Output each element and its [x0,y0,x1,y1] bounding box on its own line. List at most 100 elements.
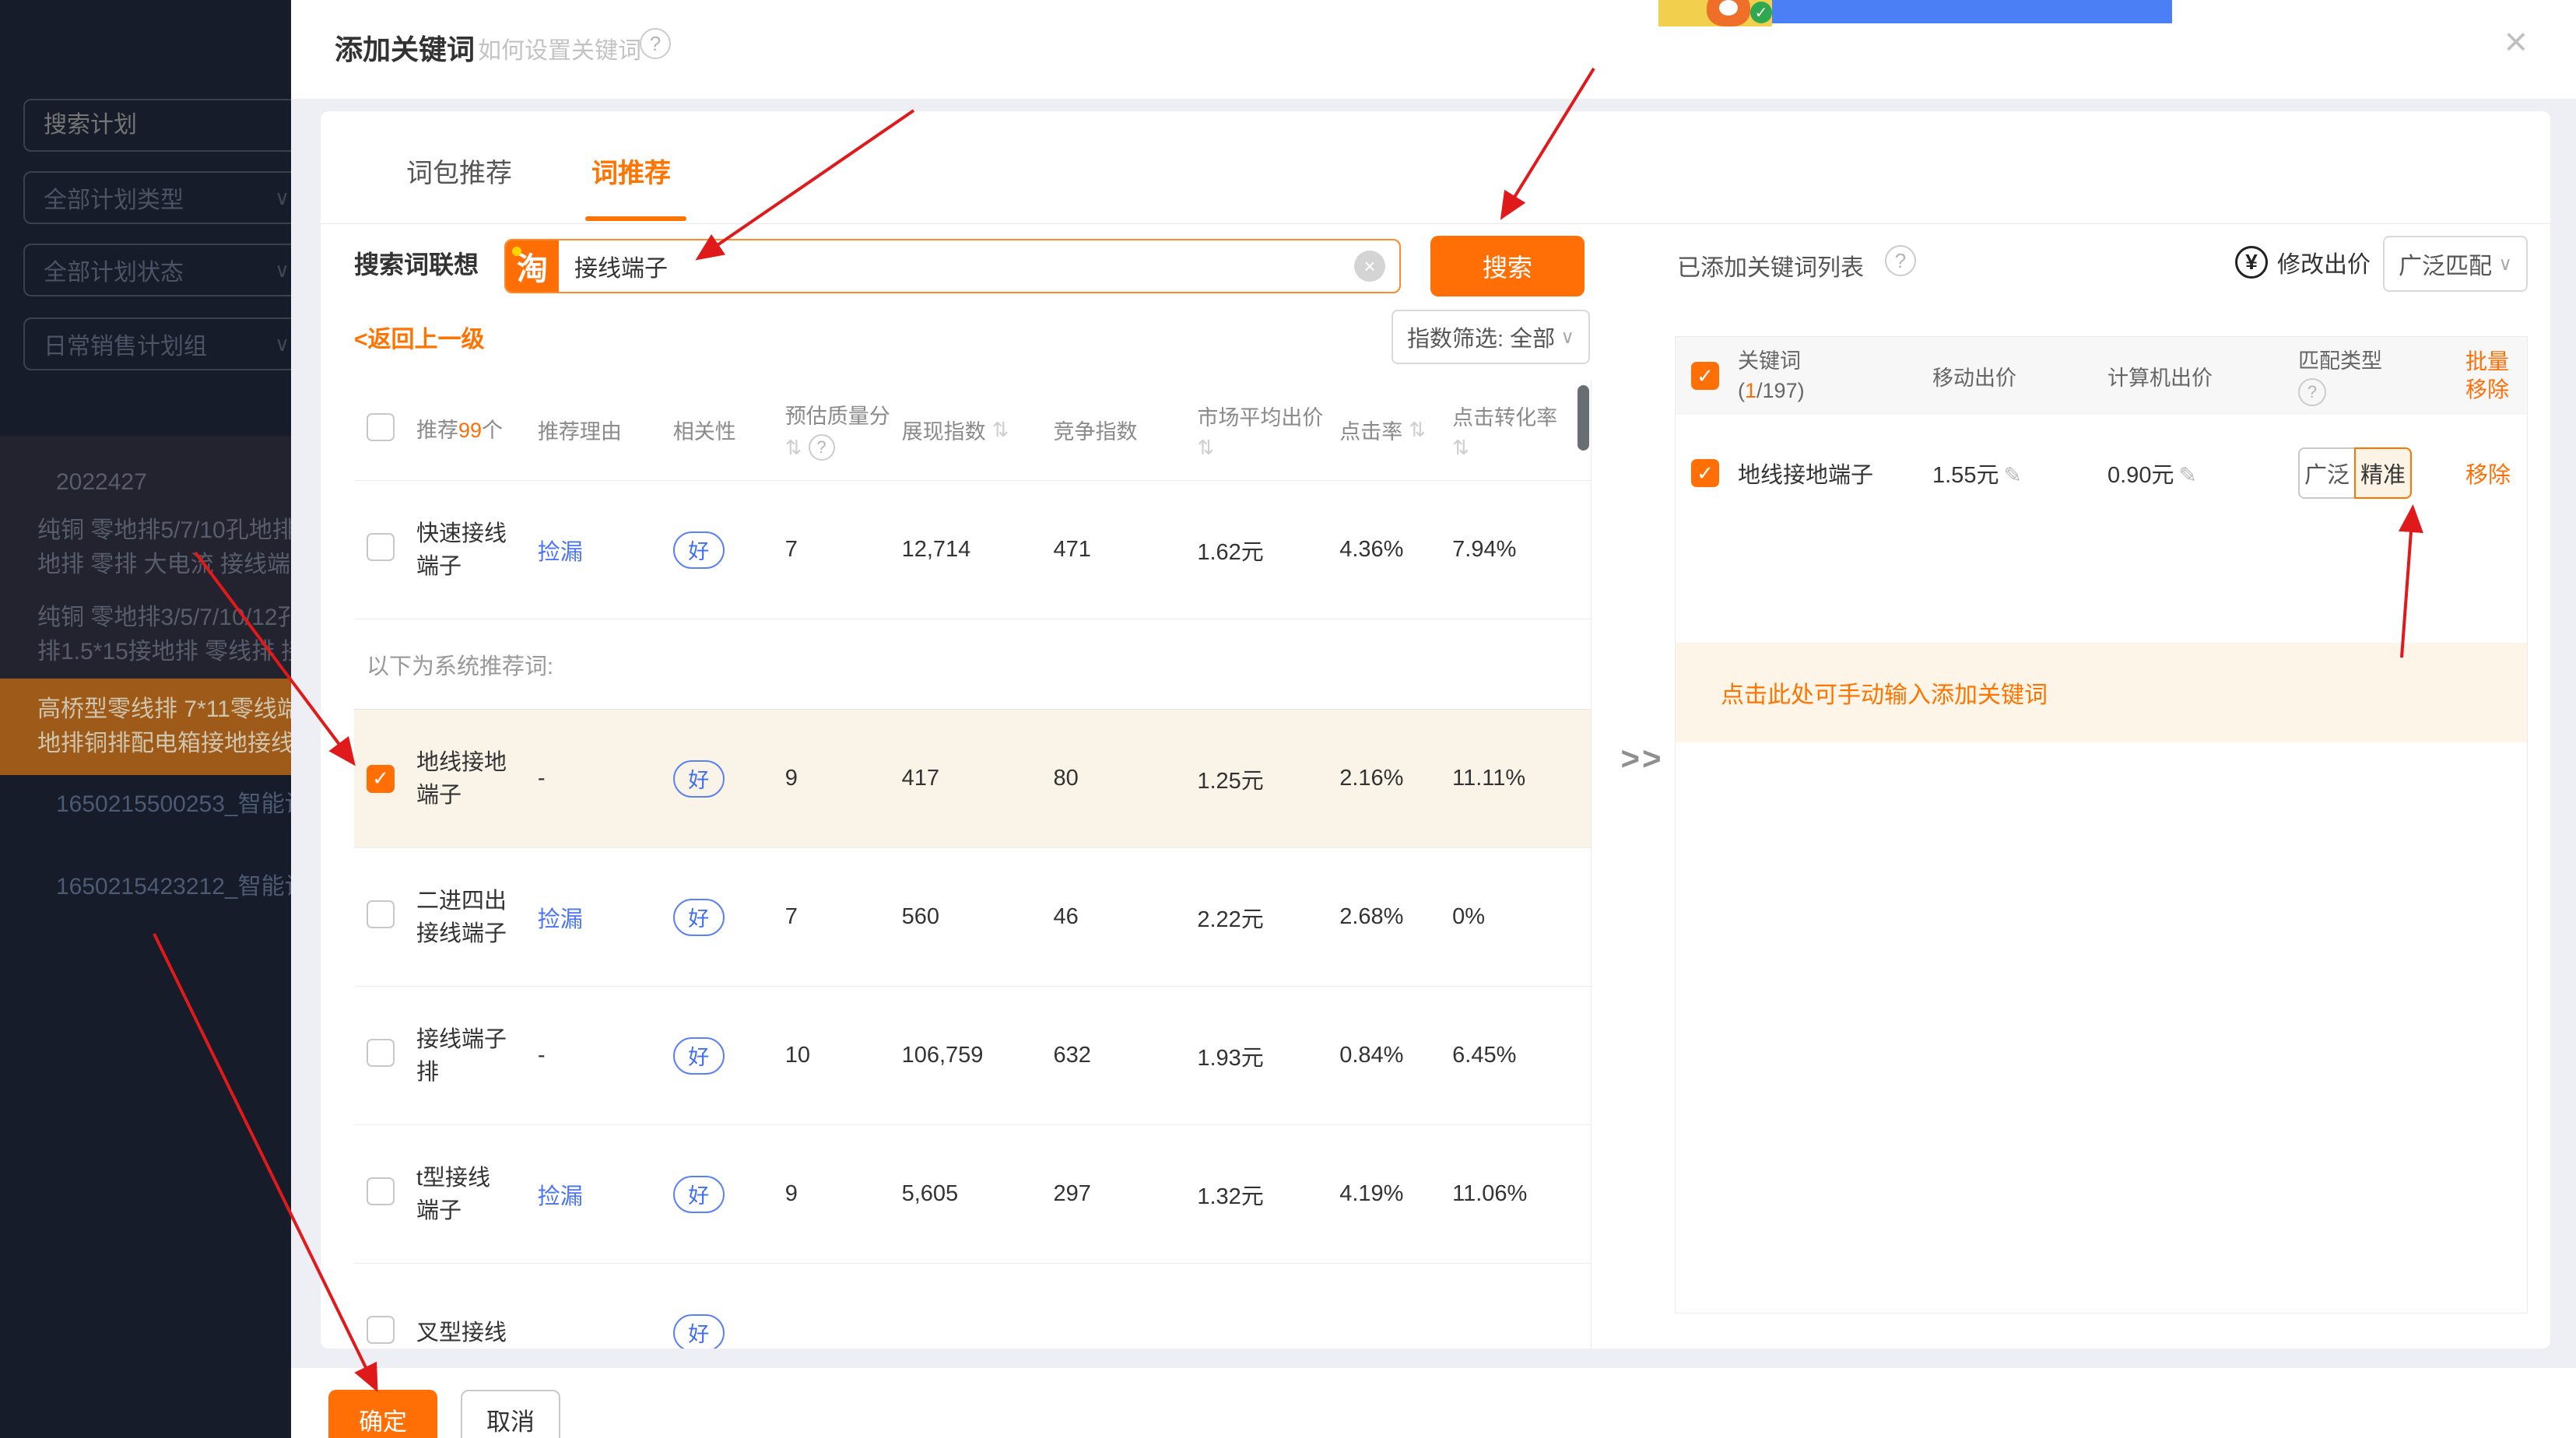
edit-pencil-icon[interactable]: ✎ [2003,463,2021,487]
row-checkbox[interactable] [367,1177,395,1205]
reason-link[interactable]: 捡漏 [538,1184,583,1209]
sort-icon[interactable]: ⇅ [785,436,802,460]
manual-add-keyword-hint[interactable]: 点击此处可手动输入添加关键词 [1676,643,2527,742]
added-keyword-header-label: 关键词 [1738,346,1925,376]
help-icon[interactable]: ? [2298,378,2326,406]
transfer-right-icon[interactable]: >> [1603,740,1681,777]
cancel-button[interactable]: 取消 [461,1390,560,1438]
keyword-row[interactable]: t型接线端子 捡漏 好 9 5,605 297 1.32元 4.19% 11.0… [354,1125,1591,1264]
impressions-cell: 5,605 [891,1181,1043,1207]
avg-price-header-label: 市场平均出价 [1197,401,1330,431]
avg-price-header[interactable]: 市场平均出价 ⇅ [1186,401,1330,460]
keyword-search-input[interactable] [559,253,1354,279]
ctr-cell: 4.19% [1330,1181,1443,1207]
plan-group-select[interactable]: 日常销售计划组 ∨ [23,317,291,370]
confirm-button[interactable]: 确定 [328,1390,437,1438]
relevance-badge: 好 [673,760,725,798]
avg-price-cell: 1.93元 [1186,1040,1330,1072]
ctr-cell: 2.68% [1330,904,1443,930]
tabs-divider [321,223,2550,224]
impressions-cell: 12,714 [891,537,1043,563]
plan-search-input[interactable] [44,112,291,139]
modal-header: 添加关键词 如何设置关键词 ? × [291,0,2576,99]
match-exact-button-selected[interactable]: 精准 [2354,447,2412,499]
competition-cell: 632 [1042,1043,1186,1068]
score-header-label: 预估质量分 [785,399,891,430]
cvr-cell: 6.45% [1443,1043,1591,1068]
row-checkbox[interactable] [367,1316,395,1344]
tab-word-recommend[interactable]: 词推荐 [591,152,671,190]
plan-item-selected[interactable]: 高桥型零线排 7*11零线端子排 地排铜排配电箱接地接线端子 [0,679,291,775]
row-checkbox[interactable] [367,533,395,561]
match-type-dropdown[interactable]: 广泛匹配 ∨ [2383,236,2528,292]
plan-status-label: 全部计划状态 [44,253,275,287]
sort-icon[interactable]: ⇅ [1452,436,1591,460]
plan-item[interactable]: 1650215500253_智能计划 [0,787,291,822]
match-broad-button[interactable]: 广泛 [2298,447,2356,499]
help-icon[interactable]: ? [809,434,835,461]
keyword-name: 地线接地端子 [409,746,510,812]
reason-link[interactable]: 捡漏 [538,540,583,565]
competition-cell: 80 [1042,766,1186,791]
plan-item[interactable]: 1650215423212_智能计划 [0,870,291,904]
modify-bid-button[interactable]: ¥ 修改出价 [2235,245,2371,279]
sort-icon[interactable]: ⇅ [1197,436,1330,460]
score-header[interactable]: 预估质量分 ⇅? [767,399,891,461]
row-checkbox[interactable] [367,900,395,928]
plan-item[interactable]: 纯铜 零地排3/5/7/10/12孔 地线 排1.5*15接地排 零线排 接线端 [0,601,291,669]
search-button[interactable]: 搜索 [1430,236,1585,296]
reason-link[interactable]: 捡漏 [538,907,583,932]
reason-cell: - [510,1043,665,1068]
modal-subtitle-link[interactable]: 如何设置关键词 [478,31,641,65]
plan-item[interactable]: 2022427 [0,465,291,500]
score-cell: 10 [767,1043,891,1068]
impressions-header-label: 展现指数 [902,415,986,445]
help-icon[interactable]: ? [640,28,671,59]
help-icon[interactable]: ? [1885,245,1916,276]
keyword-row-selected[interactable]: ✓ 地线接地端子 - 好 9 417 80 1.25元 2.16% 11.11% [354,710,1591,848]
row-checkbox-checked[interactable]: ✓ [367,765,395,793]
plan-status-select[interactable]: 全部计划状态 ∨ [23,244,291,296]
added-select-all-checkbox[interactable]: ✓ [1691,362,1719,390]
match-type-segmented: 广泛 精准 [2298,447,2412,499]
avg-price-cell: 1.62元 [1186,534,1330,566]
score-cell: 9 [767,766,891,791]
match-type-header-label: 匹配类型 [2298,346,2458,376]
tab-word-package[interactable]: 词包推荐 [406,152,512,190]
competition-cell: 297 [1042,1181,1186,1207]
row-checkbox[interactable] [367,1039,395,1067]
added-row-checkbox[interactable]: ✓ [1691,459,1719,487]
impressions-header[interactable]: 展现指数 ⇅ [891,415,1043,445]
avg-price-cell: 1.25元 [1186,763,1330,795]
index-filter-value: 指数筛选: 全部 [1407,321,1555,353]
match-type-value: 广泛匹配 [2399,247,2492,281]
plan-type-select[interactable]: 全部计划类型 ∨ [23,171,291,224]
select-all-checkbox[interactable] [367,413,395,441]
edit-pencil-icon[interactable]: ✎ [2178,463,2196,487]
sort-icon[interactable]: ⇅ [992,418,1009,442]
remove-link[interactable]: 移除 [2465,463,2511,488]
keyword-search-field[interactable]: 淘 × [504,239,1401,293]
batch-remove-button[interactable]: 批量 移除 [2458,348,2524,404]
reason-cell: - [510,766,665,791]
table-scrollbar-thumb[interactable] [1578,385,1589,451]
keyword-row[interactable]: 二进四出接线端子 捡漏 好 7 560 46 2.22元 2.68% 0% [354,848,1591,987]
keyword-row[interactable]: 快速接线端子 捡漏 好 7 12,714 471 1.62元 4.36% 7.9… [354,481,1591,619]
taobao-icon: 淘 [506,240,559,292]
check-badge-icon: ✓ [1750,2,1772,23]
close-icon[interactable]: × [2504,22,2528,62]
ctr-header[interactable]: 点击率 ⇅ [1330,415,1443,445]
plan-search-box[interactable] [23,99,291,152]
cvr-header[interactable]: 点击转化率 ⇅ [1443,401,1591,460]
plan-item-line: 地排 零排 大电流 接线端子 [37,548,291,582]
back-to-parent-link[interactable]: <返回上一级 [354,320,485,354]
sort-icon[interactable]: ⇅ [1409,418,1426,442]
index-filter-dropdown[interactable]: 指数筛选: 全部 ∨ [1392,310,1590,364]
clear-input-icon[interactable]: × [1354,251,1385,282]
added-keyword-row[interactable]: ✓ 地线接地端子 1.55元✎ 0.90元✎ 广泛 精准 移除 [1676,415,2527,531]
keyword-row[interactable]: 接线端子排 - 好 10 106,759 632 1.93元 0.84% 6.4… [354,987,1591,1125]
keyword-row[interactable]: 叉型接线 好 [354,1264,1591,1349]
count-value: 99 [458,419,482,442]
score-cell: 7 [767,904,891,930]
plan-item[interactable]: 纯铜 零地排5/7/10孔地排3*30排 地排 零排 大电流 接线端子 [0,514,291,582]
